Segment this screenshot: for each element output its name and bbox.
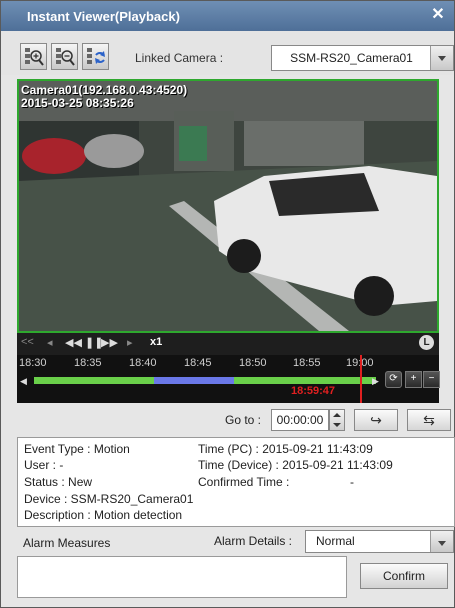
timeline-tick: 18:35: [74, 357, 102, 369]
timeline-tick: 18:55: [293, 357, 321, 369]
swap-button[interactable]: ⇆: [407, 409, 451, 431]
event-description: Description : Motion detection: [24, 508, 183, 522]
confirm-button[interactable]: Confirm: [360, 563, 448, 589]
timeline-current-time: 18:59:47: [291, 385, 336, 397]
fast-rewind-icon[interactable]: ◀◀: [65, 336, 82, 349]
zoom-in-icon: [25, 48, 44, 66]
goto-label: Go to :: [225, 413, 262, 427]
swap-icon: ⇆: [423, 412, 435, 428]
confirmed-time-label: Confirmed Time :: [198, 475, 290, 489]
timeline-zoom-in-icon[interactable]: +: [405, 371, 422, 388]
goto-time-input[interactable]: 00:00:00: [271, 409, 329, 431]
video-view[interactable]: Camera01(192.168.0.43:4520) 2015-03-25 0…: [17, 79, 439, 333]
alarm-measures-input[interactable]: [17, 556, 347, 598]
event-type: Event Type : Motion: [24, 442, 130, 456]
toolbar: Linked Camera : SSM-RS20_Camera01: [1, 31, 454, 75]
camera-name-overlay: Camera01(192.168.0.43:4520): [21, 83, 188, 97]
timeline-tick: 18:50: [239, 357, 267, 369]
linked-camera-select[interactable]: SSM-RS20_Camera01: [271, 45, 454, 71]
alarm-details-select[interactable]: Normal: [305, 530, 454, 553]
recording-track[interactable]: [34, 377, 376, 384]
fast-forward-icon[interactable]: ▶▶: [101, 336, 118, 349]
scroll-left-icon[interactable]: ◀: [20, 376, 27, 387]
alarm-row: Alarm Measures Alarm Details : Normal: [1, 530, 454, 554]
event-user: User : -: [24, 458, 64, 472]
goto-bar: Go to : 00:00:00 ↪ ⇆: [1, 406, 454, 434]
goto-button[interactable]: ↪: [354, 409, 398, 431]
playback-controls: << ◂ ◀◀ ❚❚ ▶▶ ▸ x1 L: [17, 333, 439, 355]
step-forward-icon[interactable]: ▸: [127, 336, 133, 349]
event-time-device: Time (Device) : 2015-09-21 11:43:09: [198, 458, 393, 472]
zoom-out-icon: [56, 48, 75, 66]
title-bar: Instant Viewer(Playback) ✕: [1, 1, 454, 31]
speed-label[interactable]: x1: [150, 336, 162, 348]
rewind-to-start-icon[interactable]: <<: [21, 336, 34, 348]
event-info-panel: Event Type : Motion User : - Status : Ne…: [17, 437, 455, 527]
timeline-cursor[interactable]: [360, 355, 362, 403]
arrow-right-icon: ↪: [370, 412, 382, 428]
time-spinner[interactable]: [329, 409, 345, 431]
timeline-tick: 18:30: [19, 357, 47, 369]
window-title: Instant Viewer(Playback): [27, 9, 180, 24]
recording-segment: [34, 377, 154, 384]
close-icon[interactable]: ✕: [428, 5, 448, 25]
zoom-in-button[interactable]: [20, 43, 47, 70]
chevron-down-icon[interactable]: [430, 46, 453, 70]
timestamp-overlay: 2015-03-25 08:35:26: [21, 96, 134, 110]
step-back-icon[interactable]: ◂: [47, 336, 53, 349]
sync-icon[interactable]: ⟳: [385, 371, 402, 388]
grid-refresh-icon: [87, 48, 105, 64]
timeline-tick: 18:45: [184, 357, 212, 369]
timeline-tick: 18:40: [129, 357, 157, 369]
confirmed-time-value: -: [350, 475, 354, 489]
camera-image: [19, 81, 437, 331]
alarm-details-value: Normal: [316, 534, 355, 548]
chevron-down-icon[interactable]: [430, 531, 453, 552]
alarm-details-label: Alarm Details :: [214, 534, 293, 548]
event-device: Device : SSM-RS20_Camera01: [24, 492, 194, 506]
scroll-right-icon[interactable]: ▶: [372, 376, 379, 387]
recording-segment: [234, 377, 376, 384]
recording-segment: [154, 377, 234, 384]
instant-viewer-window: Instant Viewer(Playback) ✕ Linked Camera…: [0, 0, 455, 608]
linked-camera-label: Linked Camera :: [135, 51, 224, 65]
grid-refresh-button[interactable]: [82, 43, 109, 70]
event-time-pc: Time (PC) : 2015-09-21 11:43:09: [198, 442, 373, 456]
live-badge[interactable]: L: [419, 335, 434, 350]
event-status: Status : New: [24, 475, 93, 489]
zoom-out-button[interactable]: [51, 43, 78, 70]
timeline[interactable]: 18:30 18:35 18:40 18:45 18:50 18:55 19:0…: [17, 355, 440, 403]
linked-camera-value: SSM-RS20_Camera01: [290, 51, 413, 65]
timeline-zoom-out-icon[interactable]: −: [423, 371, 440, 388]
alarm-measures-label: Alarm Measures: [23, 536, 111, 550]
